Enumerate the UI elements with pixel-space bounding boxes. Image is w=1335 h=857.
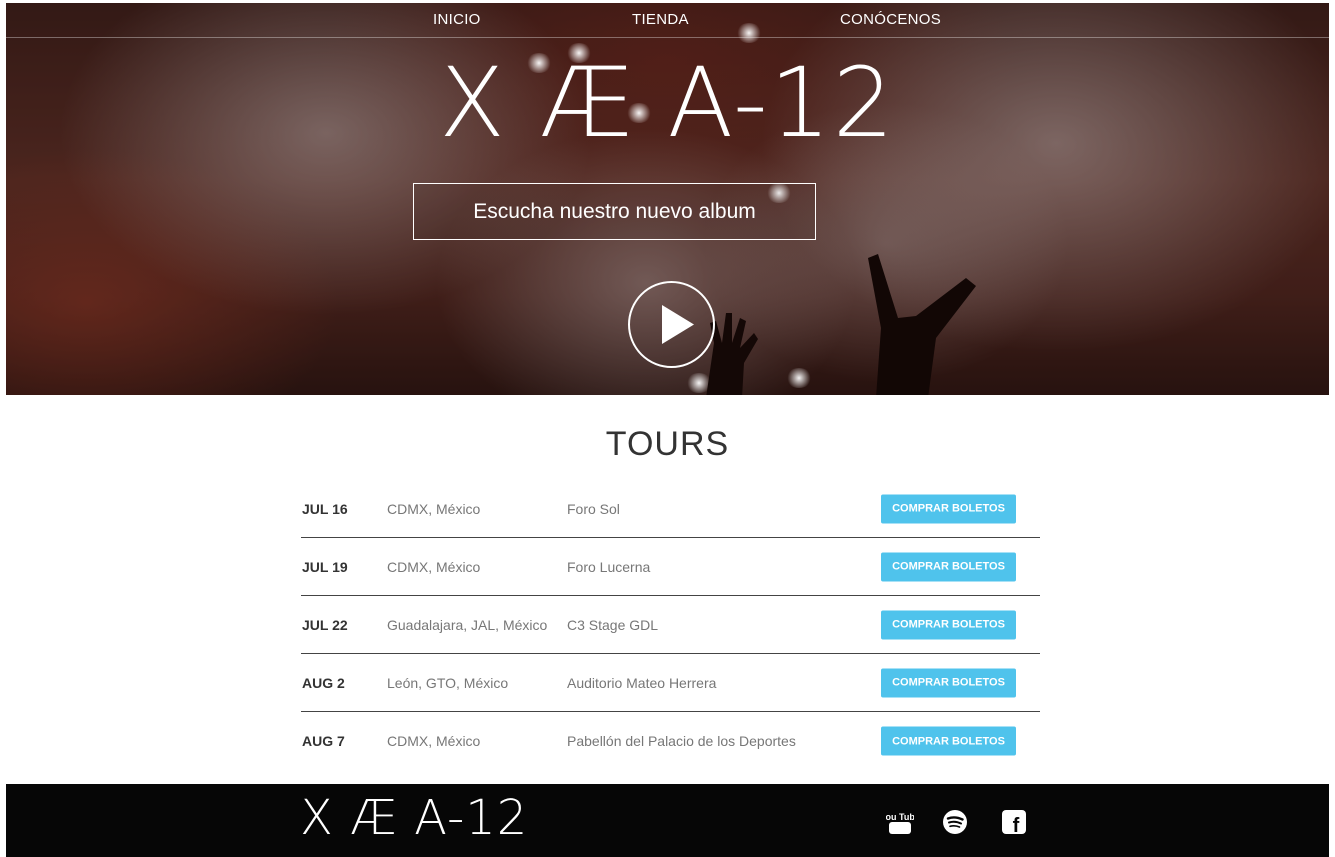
play-button[interactable] xyxy=(628,281,715,368)
tour-venue: Pabellón del Palacio de los Deportes xyxy=(567,733,796,749)
tour-row: JUL 16 CDMX, México Foro Sol COMPRAR BOL… xyxy=(301,480,1040,538)
play-icon xyxy=(662,305,694,344)
tour-city: CDMX, México xyxy=(387,558,481,575)
site-footer: X Æ A-12 You Tube f xyxy=(6,784,1329,857)
tour-city: CDMX, México xyxy=(387,733,481,749)
buy-tickets-button[interactable]: COMPRAR BOLETOS xyxy=(881,494,1016,523)
tour-city: León, GTO, México xyxy=(387,674,509,691)
spotify-icon[interactable] xyxy=(941,808,969,836)
tour-venue: C3 Stage GDL xyxy=(567,616,659,633)
facebook-icon[interactable]: f xyxy=(1000,808,1028,837)
buy-tickets-button[interactable]: COMPRAR BOLETOS xyxy=(881,668,1016,697)
tour-venue: Foro Lucerna xyxy=(567,558,651,575)
tours-heading: TOURS xyxy=(605,425,730,463)
hero-banner: INICIO TIENDA CONÓCENOS X Æ A-12 Escucha… xyxy=(6,3,1329,395)
tour-city: CDMX, México xyxy=(387,500,481,517)
svg-text:You Tube: You Tube xyxy=(886,812,914,822)
tour-date: AUG 7 xyxy=(302,733,345,749)
tour-venue: Foro Sol xyxy=(567,500,620,517)
tour-city: Guadalajara, JAL, México xyxy=(387,616,548,633)
tour-date: AUG 2 xyxy=(302,674,345,691)
tour-date: JUL 22 xyxy=(302,616,348,633)
hero-title: X Æ A-12 xyxy=(439,47,896,159)
tour-row: AUG 7 CDMX, México Pabellón del Palacio … xyxy=(301,712,1040,770)
tour-row: JUL 22 Guadalajara, JAL, México C3 Stage… xyxy=(301,596,1040,654)
buy-tickets-button[interactable]: COMPRAR BOLETOS xyxy=(881,610,1016,639)
main-nav: INICIO TIENDA CONÓCENOS xyxy=(6,3,1329,38)
stage-light xyxy=(786,368,812,388)
nav-item-inicio[interactable]: INICIO xyxy=(433,11,481,28)
youtube-icon[interactable]: You Tube xyxy=(880,808,920,836)
tour-date: JUL 16 xyxy=(302,500,348,517)
tour-venue: Auditorio Mateo Herrera xyxy=(567,674,717,691)
footer-logo: X Æ A-12 xyxy=(300,790,529,846)
nav-item-tienda[interactable]: TIENDA xyxy=(632,11,689,28)
nav-item-conocenos[interactable]: CONÓCENOS xyxy=(840,11,941,28)
buy-tickets-button[interactable]: COMPRAR BOLETOS xyxy=(881,552,1016,581)
tour-date: JUL 19 xyxy=(302,558,348,575)
buy-tickets-button[interactable]: COMPRAR BOLETOS xyxy=(881,726,1016,756)
crowd-hand-silhouette xyxy=(868,254,976,395)
tour-row: AUG 2 León, GTO, México Auditorio Mateo … xyxy=(301,654,1040,712)
tour-row: JUL 19 CDMX, México Foro Lucerna COMPRAR… xyxy=(301,538,1040,596)
listen-album-button[interactable]: Escucha nuestro nuevo album xyxy=(413,183,816,240)
svg-text:f: f xyxy=(1013,815,1020,836)
